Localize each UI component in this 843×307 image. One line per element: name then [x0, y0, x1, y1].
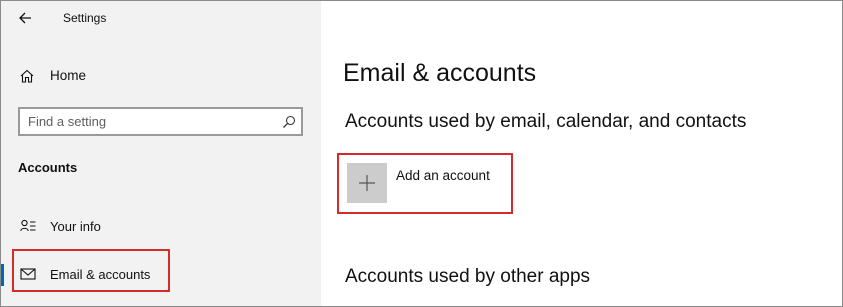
sidebar-item-email-accounts[interactable]: Email & accounts: [1, 249, 321, 293]
other-apps-heading: Accounts used by other apps: [345, 266, 591, 287]
add-account-tile: [347, 163, 387, 203]
section-heading: Accounts: [18, 160, 78, 175]
add-account-label: Add an account: [396, 168, 490, 183]
home-icon: [20, 69, 34, 83]
search-box[interactable]: [18, 107, 303, 136]
back-arrow-icon: [19, 12, 31, 24]
sidebar-item-label: Home: [50, 68, 87, 83]
page-title: Email & accounts: [343, 59, 537, 87]
search-input[interactable]: [28, 113, 268, 130]
plus-icon: [359, 175, 375, 191]
sidebar-item-label: Your info: [50, 219, 101, 234]
sidebar: Settings Home Accounts Your info: [1, 1, 321, 306]
selection-indicator: [1, 264, 4, 286]
search-icon[interactable]: [282, 115, 296, 129]
sidebar-item-your-info[interactable]: Your info: [1, 209, 321, 245]
main-content: Email & accounts Accounts used by email,…: [321, 1, 842, 306]
app-title: Settings: [63, 11, 107, 25]
add-account-button[interactable]: Add an account: [337, 153, 513, 214]
back-button[interactable]: [15, 7, 37, 29]
highlight-box: [12, 249, 170, 292]
settings-window: Settings Home Accounts Your info: [0, 0, 843, 307]
email-section-heading: Accounts used by email, calendar, and co…: [345, 111, 747, 132]
sidebar-item-home[interactable]: Home: [1, 61, 321, 91]
person-list-icon: [20, 219, 36, 232]
